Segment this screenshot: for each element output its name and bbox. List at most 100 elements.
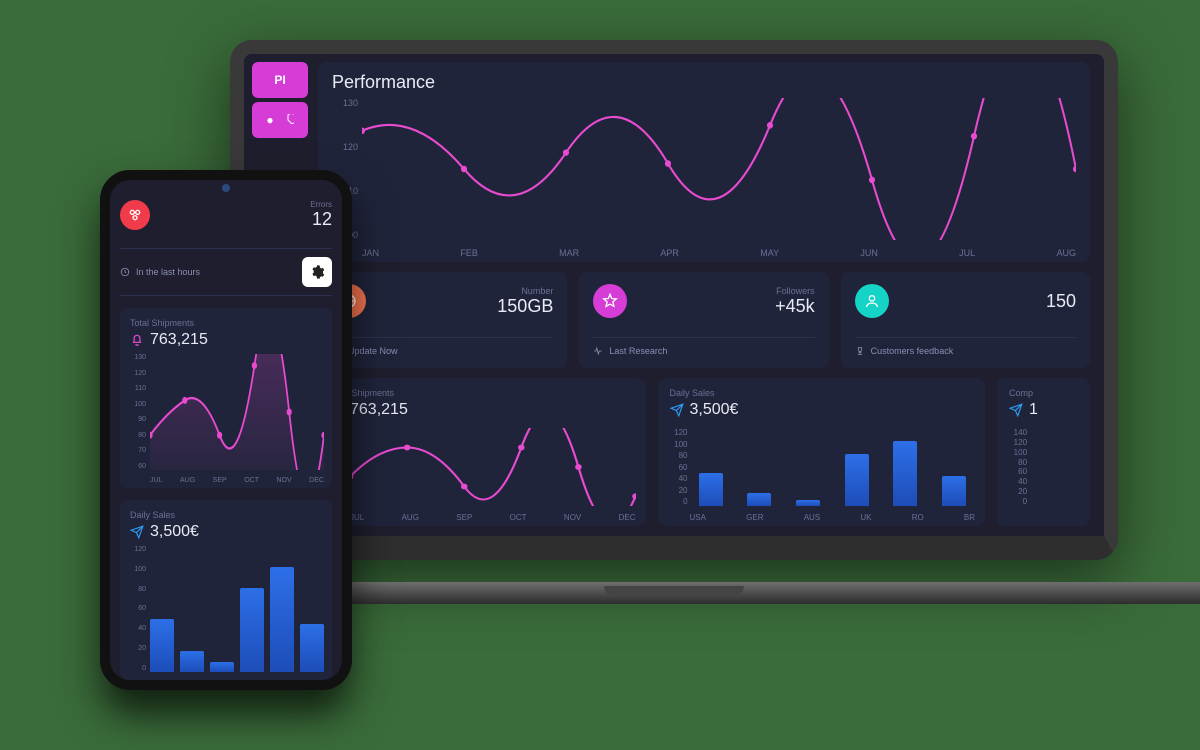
tick: 90 [128,416,146,423]
performance-chart [362,98,1076,240]
settings-button[interactable] [302,257,332,287]
stat-card-followers[interactable]: Followers+45k Last Research [579,272,828,368]
tick: 120 [332,142,358,152]
tick: 0 [128,665,146,672]
laptop-device: PI ● Performance 130 120 110 100 [230,40,1118,628]
completed-y-axis: 140 120 100 80 60 40 20 0 [1005,428,1027,506]
daily-sales-card: Daily Sales 3,500€ 120 100 80 60 40 20 0 [658,378,986,526]
clock-icon [120,267,130,277]
tick: 20 [128,645,146,652]
tick: 120 [1005,438,1027,447]
bar [240,588,264,672]
user-icon [855,284,889,318]
dashboard-phone: Errors 12 In the last hours Total Shipme… [110,180,342,680]
card-value: 3,500€ [150,523,199,541]
last-hours-text: In the last hours [120,267,200,277]
stat-footer[interactable]: Customers feedback [855,337,1076,356]
bar [210,662,234,672]
tick: AUG [402,513,419,522]
tick: 60 [128,463,146,470]
tick: MAR [559,248,579,258]
sidebar-tab[interactable]: PI [252,62,308,98]
tick: 100 [128,566,146,573]
app-logo-icon[interactable] [120,200,150,230]
stat-card-number[interactable]: Number150GB Update Now [318,272,567,368]
bar [180,651,204,672]
tick: 0 [666,497,688,506]
stat-value: 150 [1046,291,1076,312]
card-value: 763,215 [150,331,208,349]
tick: DEC [309,477,324,484]
tick: JAN [362,248,379,258]
bar [270,567,294,672]
tick: JUL [959,248,975,258]
card-title: Daily Sales [670,388,974,398]
shipments-x-axis: JUL AUG SEP OCT NOV DEC [350,513,636,522]
tick: 120 [128,546,146,553]
tick: UK [860,513,871,522]
tick: 130 [128,354,146,361]
sidebar: PI ● [252,62,308,138]
tick: RO [912,513,924,522]
tick: AUG [1056,248,1076,258]
tick: 70 [128,447,146,454]
tick: 100 [128,401,146,408]
tick: AUG [180,477,195,484]
shipments-card: Total Shipments 763,215 JUL AUG SEP [318,378,646,526]
tick: AUS [804,513,820,522]
tick: 100 [1005,448,1027,457]
shipments-chart [350,428,636,506]
tick: 40 [666,474,688,483]
stat-value: 150GB [497,296,553,317]
bell-icon [130,333,144,347]
tick: MAY [760,248,779,258]
sales-x-axis: USA GER AUS UK RO BR [690,513,976,522]
stat-value: +45k [775,296,815,317]
tick: 80 [128,432,146,439]
tick: 80 [128,586,146,593]
phone-shipments-chart [150,354,324,470]
tick: JUN [860,248,878,258]
tick: SEP [456,513,472,522]
bar [845,454,869,506]
bar [796,500,820,506]
bar [699,473,723,506]
card-title: Comp [1009,388,1078,398]
tick: 120 [128,370,146,377]
performance-card: Performance 130 120 110 100 J [318,62,1090,262]
send-icon [130,525,144,539]
gear-icon [309,264,325,280]
bar [150,619,174,672]
tick: JUL [150,477,162,484]
bar [300,624,324,672]
card-title: Total Shipments [330,388,634,398]
stat-footer[interactable]: Update Now [332,337,553,356]
tick: DEC [619,513,636,522]
tick: SEP [213,477,227,484]
stat-footer[interactable]: Last Research [593,337,814,356]
tick: 110 [128,385,146,392]
sidebar-icon-group[interactable]: ● [252,102,308,138]
pulse-icon [593,346,603,356]
sales-bars [690,428,976,506]
card-value: 1 [1029,401,1038,419]
phone-sales-bars [150,546,324,672]
phone-device: Errors 12 In the last hours Total Shipme… [100,170,352,690]
tick: 140 [1005,428,1027,437]
phone-shipments-card: Total Shipments 763,215 130 120 110 100 … [120,308,332,488]
tick: 40 [128,625,146,632]
tick: 80 [666,451,688,460]
tick: BR [964,513,975,522]
tick: OCT [244,477,259,484]
errors-value: 12 [310,209,332,230]
sales-y-axis: 120 100 80 60 40 20 0 [666,428,688,506]
bar [747,493,771,506]
tick: 60 [666,463,688,472]
stat-card-users[interactable]: 150 Customers feedback [841,272,1090,368]
trophy-icon [855,346,865,356]
y-axis: 130 120 110 100 90 80 70 60 [128,354,146,470]
send-icon [670,403,684,417]
bar [942,476,966,506]
tick: 130 [332,98,358,108]
performance-title: Performance [332,72,1076,93]
